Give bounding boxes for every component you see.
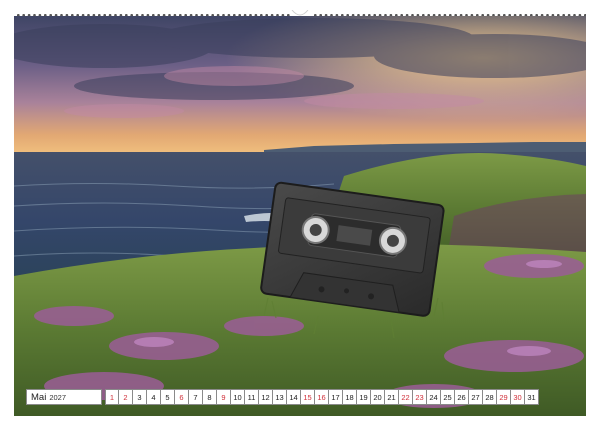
calendar-photo <box>14 16 586 416</box>
day-cell: 13 <box>273 389 287 405</box>
month-label-box: Mai 2027 <box>26 389 102 405</box>
day-cell: 18 <box>343 389 357 405</box>
day-cell: 17 <box>329 389 343 405</box>
day-cell: 25 <box>441 389 455 405</box>
day-cell: 24 <box>427 389 441 405</box>
day-cell: 12 <box>259 389 273 405</box>
day-cell: 20 <box>371 389 385 405</box>
day-cell: 30 <box>511 389 525 405</box>
day-cell: 27 <box>469 389 483 405</box>
day-cell: 21 <box>385 389 399 405</box>
day-cell: 9 <box>217 389 231 405</box>
day-cell: 8 <box>203 389 217 405</box>
calendar-strip: Mai 2027 1 2 3 4 5 6 7 8 9 10 11 12 13 14 15 16 17 18 19 20… <box>26 389 539 405</box>
cassette-tape-image <box>260 181 445 317</box>
day-cell: 23 <box>413 389 427 405</box>
day-cell: 1 <box>105 389 119 405</box>
day-cell: 3 <box>133 389 147 405</box>
day-cell: 15 <box>301 389 315 405</box>
hanger-notch <box>291 10 309 16</box>
cassette-landscape-image <box>14 16 586 416</box>
month-name: Mai <box>31 391 47 403</box>
day-cell: 31 <box>525 389 539 405</box>
day-cell: 28 <box>483 389 497 405</box>
day-cell: 26 <box>455 389 469 405</box>
day-cell: 22 <box>399 389 413 405</box>
day-cell: 14 <box>287 389 301 405</box>
day-cell: 4 <box>147 389 161 405</box>
year-label: 2027 <box>49 392 66 402</box>
day-cell: 7 <box>189 389 203 405</box>
day-cell: 5 <box>161 389 175 405</box>
day-cell: 2 <box>119 389 133 405</box>
day-cells: 1 2 3 4 5 6 7 8 9 10 11 12 13 14 15 16 17 18 19 20 21 22 23 24 2… <box>102 389 539 405</box>
day-cell: 19 <box>357 389 371 405</box>
day-cell: 6 <box>175 389 189 405</box>
day-cell: 11 <box>245 389 259 405</box>
day-cell: 29 <box>497 389 511 405</box>
day-cell: 16 <box>315 389 329 405</box>
day-cell: 10 <box>231 389 245 405</box>
